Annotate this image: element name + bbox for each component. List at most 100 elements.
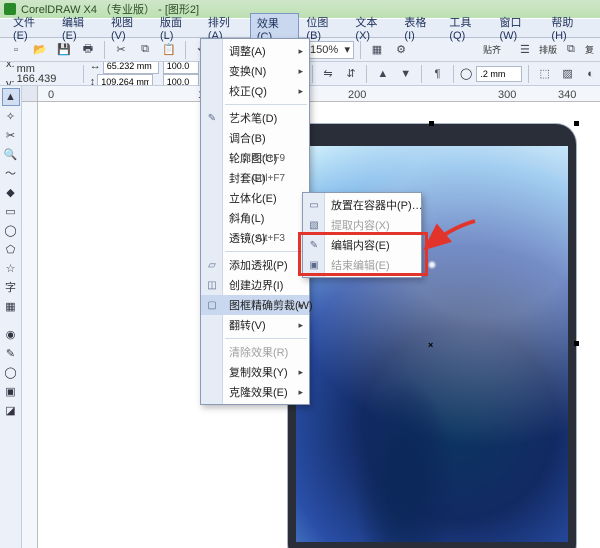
blend-tool-icon[interactable]: ◉	[2, 325, 20, 343]
menu-item-label: 编辑内容(E)	[331, 237, 390, 253]
zoom-level[interactable]: 150%▾	[306, 41, 354, 59]
menu-item[interactable]: ✎ 艺术笔(D)	[201, 108, 309, 128]
menu-item[interactable]: ◫创建边界(I)	[201, 275, 309, 295]
menu-item-icon: ▧	[306, 217, 322, 233]
dup-btn[interactable]: ⧉	[561, 40, 581, 60]
save-icon[interactable]: 💾	[54, 40, 74, 60]
dup-label[interactable]: 复	[585, 43, 594, 56]
zoom-tool-icon[interactable]: 🔍	[2, 145, 20, 163]
freehand-tool-icon[interactable]: 〜	[2, 164, 20, 182]
eyedropper-tool-icon[interactable]: ✎	[2, 344, 20, 362]
crop-tool-icon[interactable]: ✂	[2, 126, 20, 144]
mirror-h-icon[interactable]: ⇋	[319, 64, 338, 84]
selection-center-icon: ×	[428, 340, 433, 350]
print-icon[interactable]: 🖶	[78, 40, 98, 60]
size-readout: ↔ ↕	[90, 62, 159, 86]
menu-item[interactable]: 复制效果(Y)	[201, 362, 309, 382]
powerclip-submenu: ▭放置在容器中(P)…▧提取内容(X)✎编辑内容(E)▣结束编辑(E)	[302, 192, 422, 278]
outline-width-field[interactable]	[476, 66, 522, 82]
paste-icon[interactable]: 📋	[159, 40, 179, 60]
menu-item-label: 校正(Q)	[229, 83, 267, 99]
y-value: 166.439 mm	[17, 74, 77, 87]
pick-tool-icon[interactable]: ▲	[2, 88, 20, 106]
menu-item[interactable]: 调合(B)	[201, 128, 309, 148]
shape-tool-icon[interactable]: ✧	[2, 107, 20, 125]
toback-icon[interactable]: ▼	[396, 64, 415, 84]
effects-menu: 调整(A) 变换(N) 校正(Q) ✎ 艺术笔(D) 调合(B) 轮廓图(C)Ctrl+F9…	[200, 38, 310, 405]
mirror-v-icon[interactable]: ⇵	[342, 64, 361, 84]
menu-item[interactable]: ▱添加透视(P)	[201, 255, 309, 275]
menu-item[interactable]: 立体化(E)	[201, 188, 309, 208]
text-tool-icon[interactable]: 字	[2, 278, 20, 296]
menu-item[interactable]: 翻转(V)	[201, 315, 309, 335]
menu-item-icon: ✎	[204, 110, 220, 126]
menu-item-icon: ✎	[306, 237, 322, 253]
new-icon[interactable]: ▫	[6, 40, 26, 60]
canvas-area: 0100200300340 ×	[22, 86, 600, 548]
menu-item[interactable]: 透镜(S)Alt+F3	[201, 228, 309, 248]
menu-item-label: 添加透视(P)	[229, 257, 288, 273]
options-icon[interactable]: ⚙	[391, 40, 411, 60]
table-tool-icon[interactable]: ▦	[2, 297, 20, 315]
submenu-item[interactable]: ✎ 编辑内容(E)	[303, 235, 421, 255]
snap-label[interactable]: 贴齐	[483, 43, 501, 56]
ellipse-tool-icon[interactable]: ◯	[2, 221, 20, 239]
menu-item-label: 斜角(L)	[229, 210, 264, 226]
fill-tool-icon[interactable]: ▣	[2, 382, 20, 400]
annotation-arrow-icon	[420, 218, 480, 258]
convert-icon[interactable]: ⬚	[535, 64, 554, 84]
polygon-tool-icon[interactable]: ⬠	[2, 240, 20, 258]
menu-item-label: 复制效果(Y)	[229, 364, 288, 380]
trace-icon[interactable]: ◐	[581, 64, 600, 84]
toolbox: ▲ ✧ ✂ 🔍 〜 ◆ ▭ ◯ ⬠ ☆ 字 ▦ ◉ ✎ ◯ ▣ ◪	[0, 86, 22, 548]
ruler-corner	[22, 86, 38, 102]
height-field[interactable]	[97, 74, 153, 87]
menu-item[interactable]: 克隆效果(E)	[201, 382, 309, 402]
menu-item-label: 提取内容(X)	[331, 217, 390, 233]
menu-item-label: 变换(N)	[229, 63, 266, 79]
cut-icon[interactable]: ✂	[111, 40, 131, 60]
wrap-icon[interactable]: ¶	[428, 64, 447, 84]
phone-mockup[interactable]: ×	[288, 124, 576, 548]
smartfill-tool-icon[interactable]: ◆	[2, 183, 20, 201]
tofront-icon[interactable]: ▲	[373, 64, 392, 84]
menu-item[interactable]: 变换(N)	[201, 61, 309, 81]
menu-item-icon: ◫	[204, 277, 220, 293]
x-value: -247.661 mm	[17, 62, 77, 74]
menu-item-shortcut: Ctrl+F7	[252, 173, 285, 184]
dropdown-icon: ▾	[344, 43, 350, 56]
menu-item-icon: ▭	[306, 197, 322, 213]
interactive-fill-icon[interactable]: ◪	[2, 401, 20, 419]
menu-item[interactable]: 调整(A)	[201, 41, 309, 61]
layout-label[interactable]: 排版	[539, 43, 557, 56]
menu-item-icon: ▢	[204, 297, 220, 313]
edit-bmp-icon[interactable]: ▨	[558, 64, 577, 84]
open-icon[interactable]: 📂	[30, 40, 50, 60]
ruler-horizontal: 0100200300340	[38, 86, 600, 102]
rectangle-tool-icon[interactable]: ▭	[2, 202, 20, 220]
width-field[interactable]	[103, 62, 159, 74]
menu-item-label: 翻转(V)	[229, 317, 266, 333]
layout-btn[interactable]: ☰	[515, 40, 535, 60]
menu-item-shortcut: Alt+F3	[256, 233, 285, 244]
menu-item[interactable]: 封套(E)Ctrl+F7	[201, 168, 309, 188]
basicshapes-tool-icon[interactable]: ☆	[2, 259, 20, 277]
submenu-item[interactable]: ▭放置在容器中(P)…	[303, 195, 421, 215]
menu-item-label: 艺术笔(D)	[229, 110, 277, 126]
scale-x-field[interactable]	[163, 62, 199, 74]
outline-tool-icon[interactable]: ◯	[2, 363, 20, 381]
snap-icon[interactable]: ▦	[367, 40, 387, 60]
menu-item[interactable]: 斜角(L)	[201, 208, 309, 228]
menu-item[interactable]: ▢图框精确剪裁(W)	[201, 295, 309, 315]
menu-item-label: 立体化(E)	[229, 190, 277, 206]
menu-item[interactable]: 工具(Q)	[442, 12, 492, 44]
drawing-canvas[interactable]: ×	[38, 102, 600, 548]
menu-item[interactable]: 校正(Q)	[201, 81, 309, 101]
menu-item-label: 调整(A)	[229, 43, 266, 59]
scale-y-field[interactable]	[163, 74, 199, 87]
outline-icon: ◯	[460, 67, 472, 80]
menu-item-label: 调合(B)	[229, 130, 266, 146]
menu-item[interactable]: 轮廓图(C)Ctrl+F9	[201, 148, 309, 168]
submenu-item: ▧ 提取内容(X)	[303, 215, 421, 235]
copy-icon[interactable]: ⧉	[135, 40, 155, 60]
